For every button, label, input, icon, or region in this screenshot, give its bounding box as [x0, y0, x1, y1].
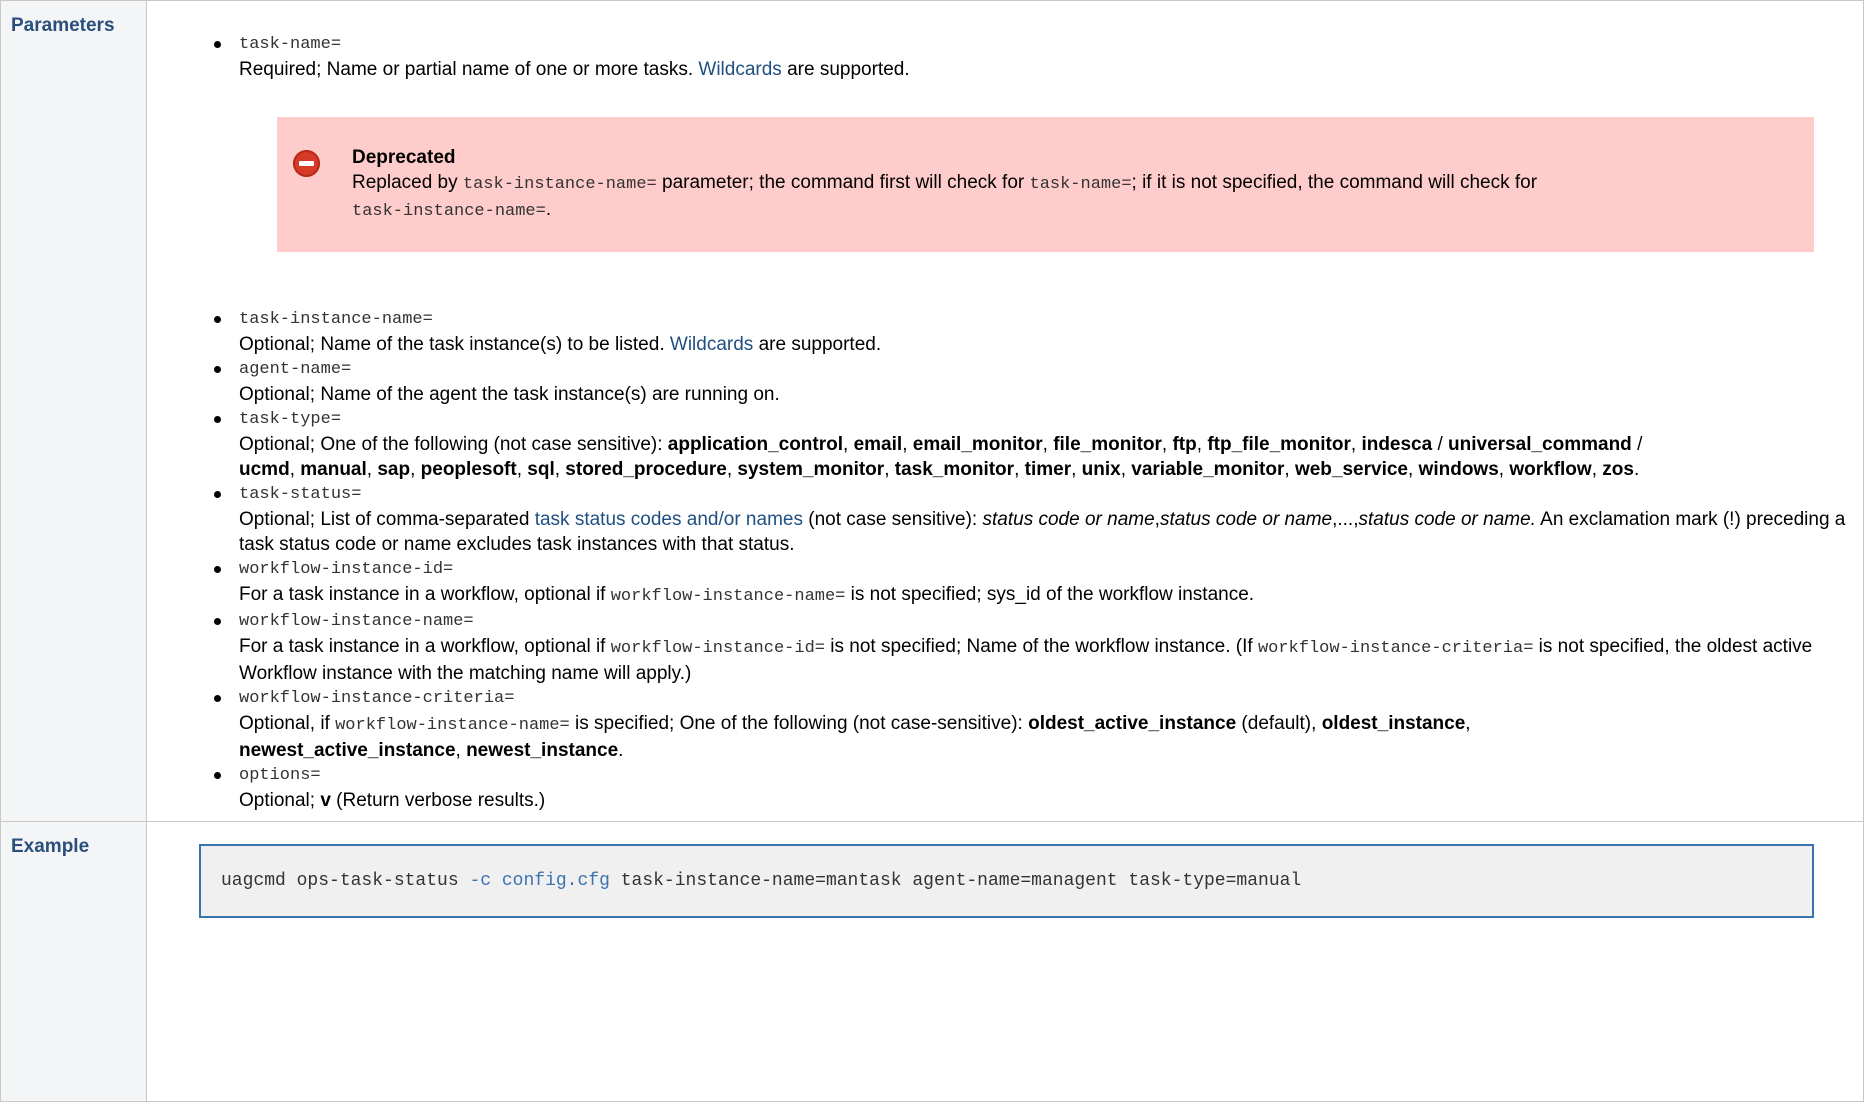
- param-desc: Optional; Name of the agent the task ins…: [239, 384, 780, 405]
- param-options: options= Optional; v (Return verbose res…: [214, 763, 1863, 813]
- example-row-label: Example: [0, 821, 147, 1102]
- wildcards-link[interactable]: Wildcards: [670, 334, 753, 355]
- example-code-block: uagcmd ops-task-status -c config.cfg tas…: [199, 844, 1814, 918]
- param-desc: Optional, if workflow-instance-name= is …: [239, 713, 1471, 761]
- parameters-row-label: Parameters: [0, 0, 147, 822]
- param-desc: For a task instance in a workflow, optio…: [239, 636, 1813, 684]
- param-agent-name: agent-name= Optional; Name of the agent …: [214, 357, 1863, 407]
- param-name: task-instance-name=: [239, 310, 433, 329]
- wildcards-link[interactable]: Wildcards: [698, 59, 781, 80]
- param-desc: Required; Name or partial name of one or…: [239, 59, 910, 80]
- param-name: workflow-instance-criteria=: [239, 689, 515, 708]
- param-desc: Optional; One of the following (not case…: [239, 434, 1643, 480]
- stop-icon: [293, 150, 320, 177]
- param-name: agent-name=: [239, 360, 352, 379]
- param-name: task-type=: [239, 410, 342, 429]
- parameter-list: task-name= Required; Name or partial nam…: [147, 32, 1863, 82]
- notice-text: Replaced by task-instance-name= paramete…: [352, 172, 1538, 221]
- param-task-status: task-status= Optional; List of comma-sep…: [214, 482, 1863, 557]
- param-task-type: task-type= Optional; One of the followin…: [214, 407, 1863, 482]
- param-name: task-name=: [239, 35, 342, 54]
- parameter-list-2: task-instance-name= Optional; Name of th…: [147, 307, 1863, 821]
- example-cell: uagcmd ops-task-status -c config.cfg tas…: [146, 821, 1864, 1102]
- param-task-name: task-name= Required; Name or partial nam…: [214, 32, 1863, 82]
- parameters-cell: task-name= Required; Name or partial nam…: [146, 0, 1864, 822]
- example-command: uagcmd ops-task-status -c config.cfg tas…: [221, 870, 1302, 891]
- param-task-instance-name: task-instance-name= Optional; Name of th…: [214, 307, 1863, 357]
- param-desc: Optional; Name of the task instance(s) t…: [239, 334, 882, 355]
- task-status-codes-link[interactable]: task status codes and/or names: [535, 509, 803, 530]
- param-workflow-instance-name: workflow-instance-name= For a task insta…: [214, 609, 1863, 686]
- param-desc: Optional; List of comma-separated task s…: [239, 509, 1846, 555]
- param-desc: For a task instance in a workflow, optio…: [239, 584, 1255, 606]
- param-workflow-instance-id: workflow-instance-id= For a task instanc…: [214, 557, 1863, 609]
- param-workflow-instance-criteria: workflow-instance-criteria= Optional, if…: [214, 686, 1863, 763]
- param-name: workflow-instance-id=: [239, 560, 454, 579]
- param-desc: Optional; v (Return verbose results.): [239, 790, 546, 811]
- param-name: workflow-instance-name=: [239, 612, 474, 631]
- notice-title: Deprecated: [352, 147, 456, 168]
- param-name: task-status=: [239, 485, 362, 504]
- deprecated-notice: Deprecated Replaced by task-instance-nam…: [277, 117, 1814, 252]
- parameters-table: Parameters task-name= Required; Name or …: [0, 0, 1864, 1102]
- param-name: options=: [239, 766, 321, 785]
